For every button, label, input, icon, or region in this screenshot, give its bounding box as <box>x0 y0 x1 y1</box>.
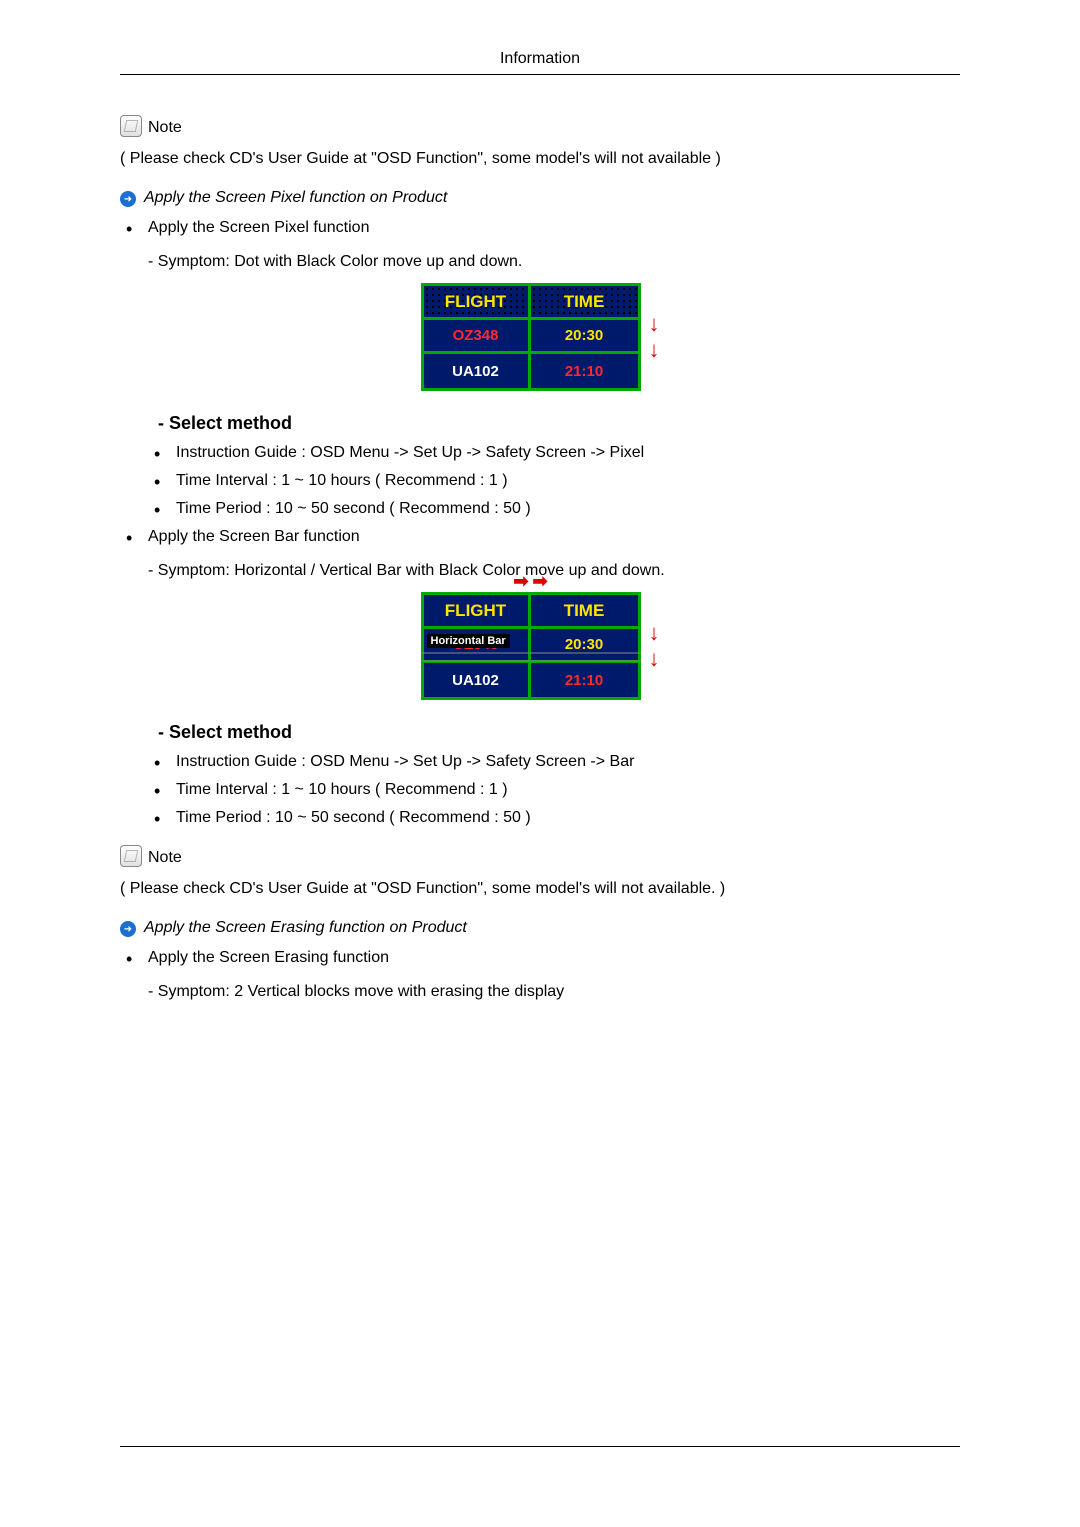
pixel-arrow-title: Apply the Screen Pixel function on Produ… <box>144 189 447 207</box>
table-cell-time-0: 20:30 <box>531 320 638 354</box>
bar-direction-arrows: ↓ ↓ <box>649 622 660 670</box>
note-label: Note <box>148 119 182 137</box>
note-block-1: Note <box>120 115 960 137</box>
bar-method-item-0: Instruction Guide : OSD Menu -> Set Up -… <box>148 753 960 771</box>
arrow-down-icon: ↓ <box>649 622 660 644</box>
horizontal-bar-label: Horizontal Bar <box>427 634 510 648</box>
pixel-symptom: - Symptom: Dot with Black Color move up … <box>148 253 960 271</box>
page-title: Information <box>500 50 580 67</box>
note-text-1: ( Please check CD's User Guide at "OSD F… <box>120 147 960 171</box>
arrow-right-icon: ➡ <box>533 572 548 590</box>
bar-horizontal-arrows: ➡ ➡ <box>513 572 547 590</box>
note-block-2: Note <box>120 845 960 867</box>
erase-arrow-title: Apply the Screen Erasing function on Pro… <box>144 919 467 937</box>
erase-symptom: - Symptom: 2 Vertical blocks move with e… <box>148 983 960 1001</box>
page-header: Information <box>120 50 960 75</box>
pixel-direction-arrows: ↓ ↓ <box>649 313 660 361</box>
footer-rule <box>120 1446 960 1447</box>
note-icon <box>120 845 142 867</box>
erase-arrow-title-row: ➜ Apply the Screen Erasing function on P… <box>120 919 960 937</box>
table-cell-flight-1: UA102 <box>424 354 531 388</box>
bar-symptom: - Symptom: Horizontal / Vertical Bar wit… <box>148 562 960 580</box>
table-cell-time-1: 21:10 <box>531 663 638 697</box>
pixel-figure: FLIGHT TIME OZ348 20:30 UA102 21:10 ↓ ↓ <box>120 283 960 391</box>
arrow-down-icon: ↓ <box>649 648 660 670</box>
pixel-bullet: Apply the Screen Pixel function - Sympto… <box>120 219 960 271</box>
horizontal-bar-overlay <box>421 652 641 662</box>
bar-select-method-heading: - Select method <box>158 722 960 743</box>
erase-bullet: Apply the Screen Erasing function - Symp… <box>120 949 960 1001</box>
table-header-flight: FLIGHT <box>424 595 531 629</box>
pixel-method-item-1: Time Interval : 1 ~ 10 hours ( Recommend… <box>148 472 960 490</box>
table-cell-flight-0: OZ348 <box>424 320 531 354</box>
pixel-method-item-2: Time Period : 10 ~ 50 second ( Recommend… <box>148 500 960 518</box>
arrow-right-icon: ➜ <box>120 921 136 937</box>
note-text-2: ( Please check CD's User Guide at "OSD F… <box>120 877 960 901</box>
arrow-right-icon: ➡ <box>513 572 528 590</box>
bar-method-item-2: Time Period : 10 ~ 50 second ( Recommend… <box>148 809 960 827</box>
table-cell-flight-1: UA102 <box>424 663 531 697</box>
arrow-right-icon: ➜ <box>120 191 136 207</box>
pixel-method-item-0: Instruction Guide : OSD Menu -> Set Up -… <box>148 444 960 462</box>
table-header-time: TIME <box>531 286 638 320</box>
note-label: Note <box>148 849 182 867</box>
table-header-flight: FLIGHT <box>424 286 531 320</box>
pixel-select-method-heading: - Select method <box>158 413 960 434</box>
note-icon <box>120 115 142 137</box>
bar-figure: ➡ ➡ FLIGHT TIME OZ348 20:30 UA102 21:10 … <box>120 592 960 700</box>
table-cell-time-1: 21:10 <box>531 354 638 388</box>
arrow-down-icon: ↓ <box>649 313 660 335</box>
pixel-arrow-title-row: ➜ Apply the Screen Pixel function on Pro… <box>120 189 960 207</box>
bar-method-item-1: Time Interval : 1 ~ 10 hours ( Recommend… <box>148 781 960 799</box>
table-header-time: TIME <box>531 595 638 629</box>
arrow-down-icon: ↓ <box>649 339 660 361</box>
